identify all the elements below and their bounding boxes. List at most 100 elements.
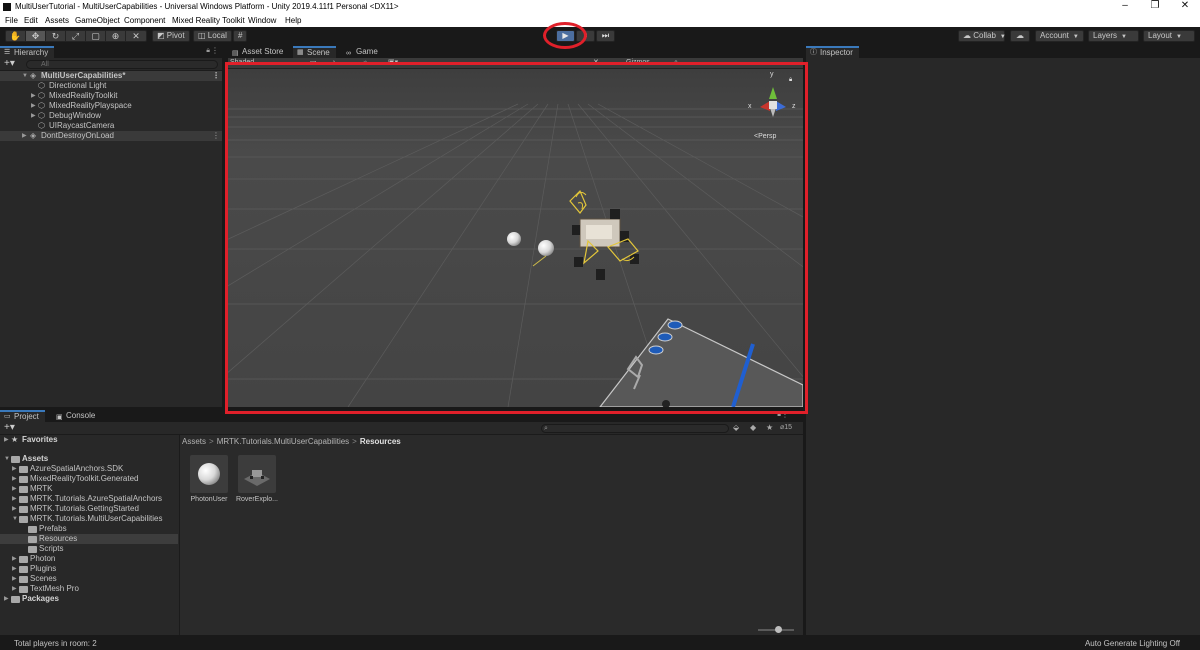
menu-component[interactable]: Component: [124, 16, 165, 25]
pause-button[interactable]: ⏸: [576, 30, 595, 42]
transform-tool-icon[interactable]: ⊕: [106, 31, 126, 41]
move-tool-icon[interactable]: ✥: [26, 31, 46, 41]
breadcrumb-item[interactable]: Resources: [360, 437, 401, 446]
tab-game[interactable]: ∞ Game: [342, 46, 384, 58]
tab-asset-store[interactable]: ▤ Asset Store: [228, 46, 289, 58]
account-dropdown[interactable]: Account ▼: [1035, 30, 1084, 42]
expand-arrow-icon[interactable]: ▶: [12, 564, 17, 574]
folder-row[interactable]: ▶ TextMesh Pro: [0, 584, 178, 594]
folder-row[interactable]: ▶ AzureSpatialAnchors.SDK: [0, 464, 178, 474]
folder-row[interactable]: ▶ MixedRealityToolkit.Generated: [0, 474, 178, 484]
folder-row[interactable]: ▶ Packages: [0, 594, 178, 604]
menu-assets[interactable]: Assets: [45, 16, 69, 25]
asset-item[interactable]: PhotonUser: [190, 455, 230, 510]
breadcrumb-item[interactable]: Assets: [182, 437, 206, 446]
tab-scene[interactable]: ▦ Scene: [293, 46, 336, 58]
maximize-button[interactable]: ❐: [1140, 0, 1170, 14]
expand-arrow-icon[interactable]: ▶: [12, 494, 17, 504]
filter-by-type-icon[interactable]: ⬙: [733, 423, 739, 432]
panel-menu-icon[interactable]: ⋮: [781, 410, 789, 419]
gizmo-lock-icon[interactable]: 🔒︎: [789, 77, 792, 84]
layout-dropdown[interactable]: Layout ▼: [1143, 30, 1195, 42]
folder-row[interactable]: ▼ MRTK.Tutorials.MultiUserCapabilities: [0, 514, 178, 524]
collab-dropdown[interactable]: ☁ Collab ▼: [958, 30, 1006, 42]
expand-arrow-icon[interactable]: ▶: [4, 435, 9, 445]
filter-by-label-icon[interactable]: ◆: [750, 423, 756, 432]
panel-menu-icon[interactable]: ⋮: [211, 46, 219, 55]
folder-row[interactable]: ▶ MRTK.Tutorials.GettingStarted: [0, 504, 178, 514]
rotate-tool-icon[interactable]: ↻: [46, 31, 66, 41]
favorites-row[interactable]: ▶ ★ Favorites: [0, 435, 178, 445]
menu-edit[interactable]: Edit: [24, 16, 38, 25]
expand-arrow-icon[interactable]: ▶: [12, 474, 17, 484]
lighting-status[interactable]: Auto Generate Lighting Off: [1085, 639, 1180, 648]
expand-arrow-icon[interactable]: ▶: [12, 574, 17, 584]
hierarchy-item[interactable]: ▶ ⬡ MixedRealityPlayspace: [0, 101, 222, 111]
cloud-services-button[interactable]: ☁: [1010, 30, 1030, 42]
audio-toggle-icon[interactable]: ♪: [332, 58, 336, 68]
scale-tool-icon[interactable]: ⤢: [66, 31, 86, 41]
hierarchy-item[interactable]: ▶ ⬡ DebugWindow: [0, 111, 222, 121]
tab-inspector[interactable]: ⓘ Inspector: [806, 46, 859, 58]
scene-viewport[interactable]: y x z 🔒︎ <Persp: [228, 69, 803, 407]
menu-window[interactable]: Window: [248, 16, 276, 25]
folder-row[interactable]: ▶ Plugins: [0, 564, 178, 574]
folder-row[interactable]: ▶ Scenes: [0, 574, 178, 584]
create-plus-icon[interactable]: +▾: [4, 422, 15, 433]
scene-menu-icon[interactable]: ⋮: [212, 71, 220, 81]
minimize-button[interactable]: –: [1110, 0, 1140, 14]
gizmos-dropdown[interactable]: Gizmos: [626, 58, 650, 68]
menu-file[interactable]: File: [5, 16, 18, 25]
layers-dropdown[interactable]: Layers ▼: [1088, 30, 1139, 42]
step-button[interactable]: ⏭: [596, 30, 615, 42]
expand-arrow-icon[interactable]: ▶: [31, 91, 36, 101]
projection-label[interactable]: <Persp: [754, 133, 776, 140]
folder-row[interactable]: ▶ Photon: [0, 554, 178, 564]
folder-row[interactable]: ▶ MRTK.Tutorials.AzureSpatialAnchors: [0, 494, 178, 504]
favorite-star-icon[interactable]: ★: [766, 423, 773, 432]
expand-arrow-icon[interactable]: ▶: [31, 111, 36, 121]
create-plus-icon[interactable]: +▾: [4, 58, 15, 69]
menu-gameobject[interactable]: GameObject: [75, 16, 120, 25]
hierarchy-scene-row[interactable]: ▶ ◈ DontDestroyOnLoad ⋮: [0, 131, 222, 141]
effects-toggle-icon[interactable]: ☼: [362, 58, 368, 68]
tab-hierarchy[interactable]: ☰ Hierarchy: [0, 46, 55, 58]
scene-menu-icon[interactable]: ⋮: [212, 131, 220, 141]
folder-row[interactable]: Resources: [0, 534, 178, 544]
expand-arrow-icon[interactable]: ▶: [12, 504, 17, 514]
lock-icon[interactable]: 🔒︎: [206, 47, 210, 55]
scene-orientation-gizmo[interactable]: y x z 🔒︎: [748, 71, 798, 127]
hierarchy-item[interactable]: ▶ ⬡ MixedRealityToolkit: [0, 91, 222, 101]
shading-mode-dropdown[interactable]: Shaded: [230, 58, 254, 68]
custom-tool-icon[interactable]: ✕: [126, 31, 146, 41]
play-button[interactable]: ▶: [556, 30, 575, 42]
menu-help[interactable]: Help: [285, 16, 301, 25]
expand-arrow-icon[interactable]: ▼: [4, 454, 10, 464]
folder-row[interactable]: ▼ Assets: [0, 454, 178, 464]
project-search-input[interactable]: ⌕: [541, 424, 729, 433]
hierarchy-item[interactable]: ⬡ Directional Light: [0, 81, 222, 91]
tools-icon[interactable]: ✕: [593, 58, 599, 68]
breadcrumb-item[interactable]: MRTK.Tutorials.MultiUserCapabilities: [217, 437, 349, 446]
expand-arrow-icon[interactable]: ▶: [31, 101, 36, 111]
expand-arrow-icon[interactable]: ▶: [12, 484, 17, 494]
2d-toggle-icon[interactable]: ▭: [310, 58, 317, 68]
pivot-button[interactable]: ◩ Pivot: [152, 30, 190, 42]
hidden-packages-toggle[interactable]: ⌀15: [780, 423, 792, 431]
tab-console[interactable]: ▣ Console: [52, 410, 101, 422]
close-button[interactable]: ✕: [1170, 0, 1200, 14]
grid-snap-button[interactable]: #: [233, 30, 248, 42]
folder-row[interactable]: Prefabs: [0, 524, 178, 534]
hand-tool-icon[interactable]: ✋: [6, 31, 26, 41]
camera-settings-icon[interactable]: ▣▾: [388, 58, 398, 68]
hierarchy-item[interactable]: ⬡ UIRaycastCamera: [0, 121, 222, 131]
hierarchy-scene-row[interactable]: ▼ ◈ MultiUserCapabilities* ⋮: [0, 71, 222, 81]
expand-arrow-icon[interactable]: ▼: [12, 514, 18, 524]
folder-row[interactable]: ▶ MRTK: [0, 484, 178, 494]
local-button[interactable]: ◫ Local: [193, 30, 232, 42]
expand-arrow-icon[interactable]: ▼: [22, 71, 28, 81]
expand-arrow-icon[interactable]: ▶: [22, 131, 27, 141]
expand-arrow-icon[interactable]: ▶: [12, 584, 17, 594]
hierarchy-search-input[interactable]: All: [26, 60, 218, 69]
expand-arrow-icon[interactable]: ▶: [12, 464, 17, 474]
